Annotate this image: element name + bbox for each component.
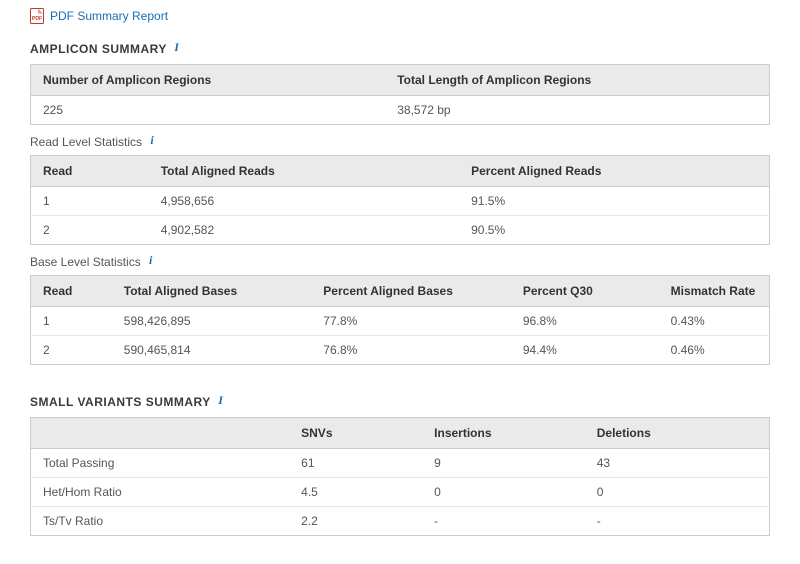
info-icon[interactable]: i	[215, 394, 227, 406]
table-row: Ts/Tv Ratio 2.2 - -	[31, 507, 770, 536]
col-snvs: SNVs	[289, 418, 422, 449]
base-level-title: Base Level Statistics	[30, 255, 141, 269]
cell-percent-aligned-bases: 77.8%	[311, 307, 511, 336]
base-level-table: Read Total Aligned Bases Percent Aligned…	[30, 275, 770, 365]
amplicon-summary-heading: AMPLICON SUMMARY i	[30, 42, 770, 56]
read-level-table: Read Total Aligned Reads Percent Aligned…	[30, 155, 770, 245]
cell-snvs: 2.2	[289, 507, 422, 536]
amplicon-summary-table: Number of Amplicon Regions Total Length …	[30, 64, 770, 125]
base-level-heading: Base Level Statistics i	[30, 255, 770, 269]
table-row: Total Passing 61 9 43	[31, 449, 770, 478]
cell-total-aligned-reads: 4,902,582	[149, 216, 459, 245]
table-row: 225 38,572 bp	[31, 96, 770, 125]
cell-percent-aligned-bases: 76.8%	[311, 336, 511, 365]
cell-metric: Het/Hom Ratio	[31, 478, 290, 507]
col-read: Read	[31, 156, 149, 187]
pdf-summary-label: PDF Summary Report	[50, 9, 168, 23]
info-icon[interactable]: i	[171, 41, 183, 53]
cell-mismatch: 0.46%	[659, 336, 770, 365]
table-row: 1 598,426,895 77.8% 96.8% 0.43%	[31, 307, 770, 336]
cell-deletions: 0	[585, 478, 770, 507]
col-total-length-amplicon: Total Length of Amplicon Regions	[385, 65, 769, 96]
col-insertions: Insertions	[422, 418, 585, 449]
cell-total-length: 38,572 bp	[385, 96, 769, 125]
cell-snvs: 61	[289, 449, 422, 478]
cell-deletions: 43	[585, 449, 770, 478]
cell-insertions: 0	[422, 478, 585, 507]
cell-deletions: -	[585, 507, 770, 536]
cell-q30: 96.8%	[511, 307, 659, 336]
read-level-heading: Read Level Statistics i	[30, 135, 770, 149]
cell-percent-aligned-reads: 90.5%	[459, 216, 769, 245]
table-row: Het/Hom Ratio 4.5 0 0	[31, 478, 770, 507]
col-read: Read	[31, 276, 112, 307]
small-variants-heading: SMALL VARIANTS SUMMARY i	[30, 395, 770, 409]
cell-read: 2	[31, 216, 149, 245]
cell-insertions: -	[422, 507, 585, 536]
info-icon[interactable]: i	[146, 134, 158, 146]
cell-total-aligned-reads: 4,958,656	[149, 187, 459, 216]
cell-read: 1	[31, 307, 112, 336]
cell-read: 1	[31, 187, 149, 216]
pdf-icon: PDF	[30, 8, 44, 24]
table-row: 1 4,958,656 91.5%	[31, 187, 770, 216]
cell-read: 2	[31, 336, 112, 365]
cell-snvs: 4.5	[289, 478, 422, 507]
cell-percent-aligned-reads: 91.5%	[459, 187, 769, 216]
cell-num-regions: 225	[31, 96, 386, 125]
col-total-aligned-bases: Total Aligned Bases	[112, 276, 312, 307]
read-level-title: Read Level Statistics	[30, 135, 142, 149]
small-variants-title: SMALL VARIANTS SUMMARY	[30, 395, 211, 409]
col-mismatch-rate: Mismatch Rate	[659, 276, 770, 307]
cell-mismatch: 0.43%	[659, 307, 770, 336]
small-variants-table: SNVs Insertions Deletions Total Passing …	[30, 417, 770, 536]
info-icon[interactable]: i	[145, 254, 157, 266]
cell-q30: 94.4%	[511, 336, 659, 365]
col-percent-aligned-bases: Percent Aligned Bases	[311, 276, 511, 307]
cell-insertions: 9	[422, 449, 585, 478]
cell-metric: Total Passing	[31, 449, 290, 478]
amplicon-summary-title: AMPLICON SUMMARY	[30, 42, 167, 56]
col-total-aligned-reads: Total Aligned Reads	[149, 156, 459, 187]
cell-metric: Ts/Tv Ratio	[31, 507, 290, 536]
table-row: 2 590,465,814 76.8% 94.4% 0.46%	[31, 336, 770, 365]
cell-total-aligned-bases: 598,426,895	[112, 307, 312, 336]
col-deletions: Deletions	[585, 418, 770, 449]
table-row: 2 4,902,582 90.5%	[31, 216, 770, 245]
cell-total-aligned-bases: 590,465,814	[112, 336, 312, 365]
col-percent-q30: Percent Q30	[511, 276, 659, 307]
svg-text:PDF: PDF	[32, 16, 42, 22]
col-metric	[31, 418, 290, 449]
col-num-amplicon-regions: Number of Amplicon Regions	[31, 65, 386, 96]
pdf-summary-link[interactable]: PDF PDF Summary Report	[30, 8, 770, 24]
col-percent-aligned-reads: Percent Aligned Reads	[459, 156, 769, 187]
